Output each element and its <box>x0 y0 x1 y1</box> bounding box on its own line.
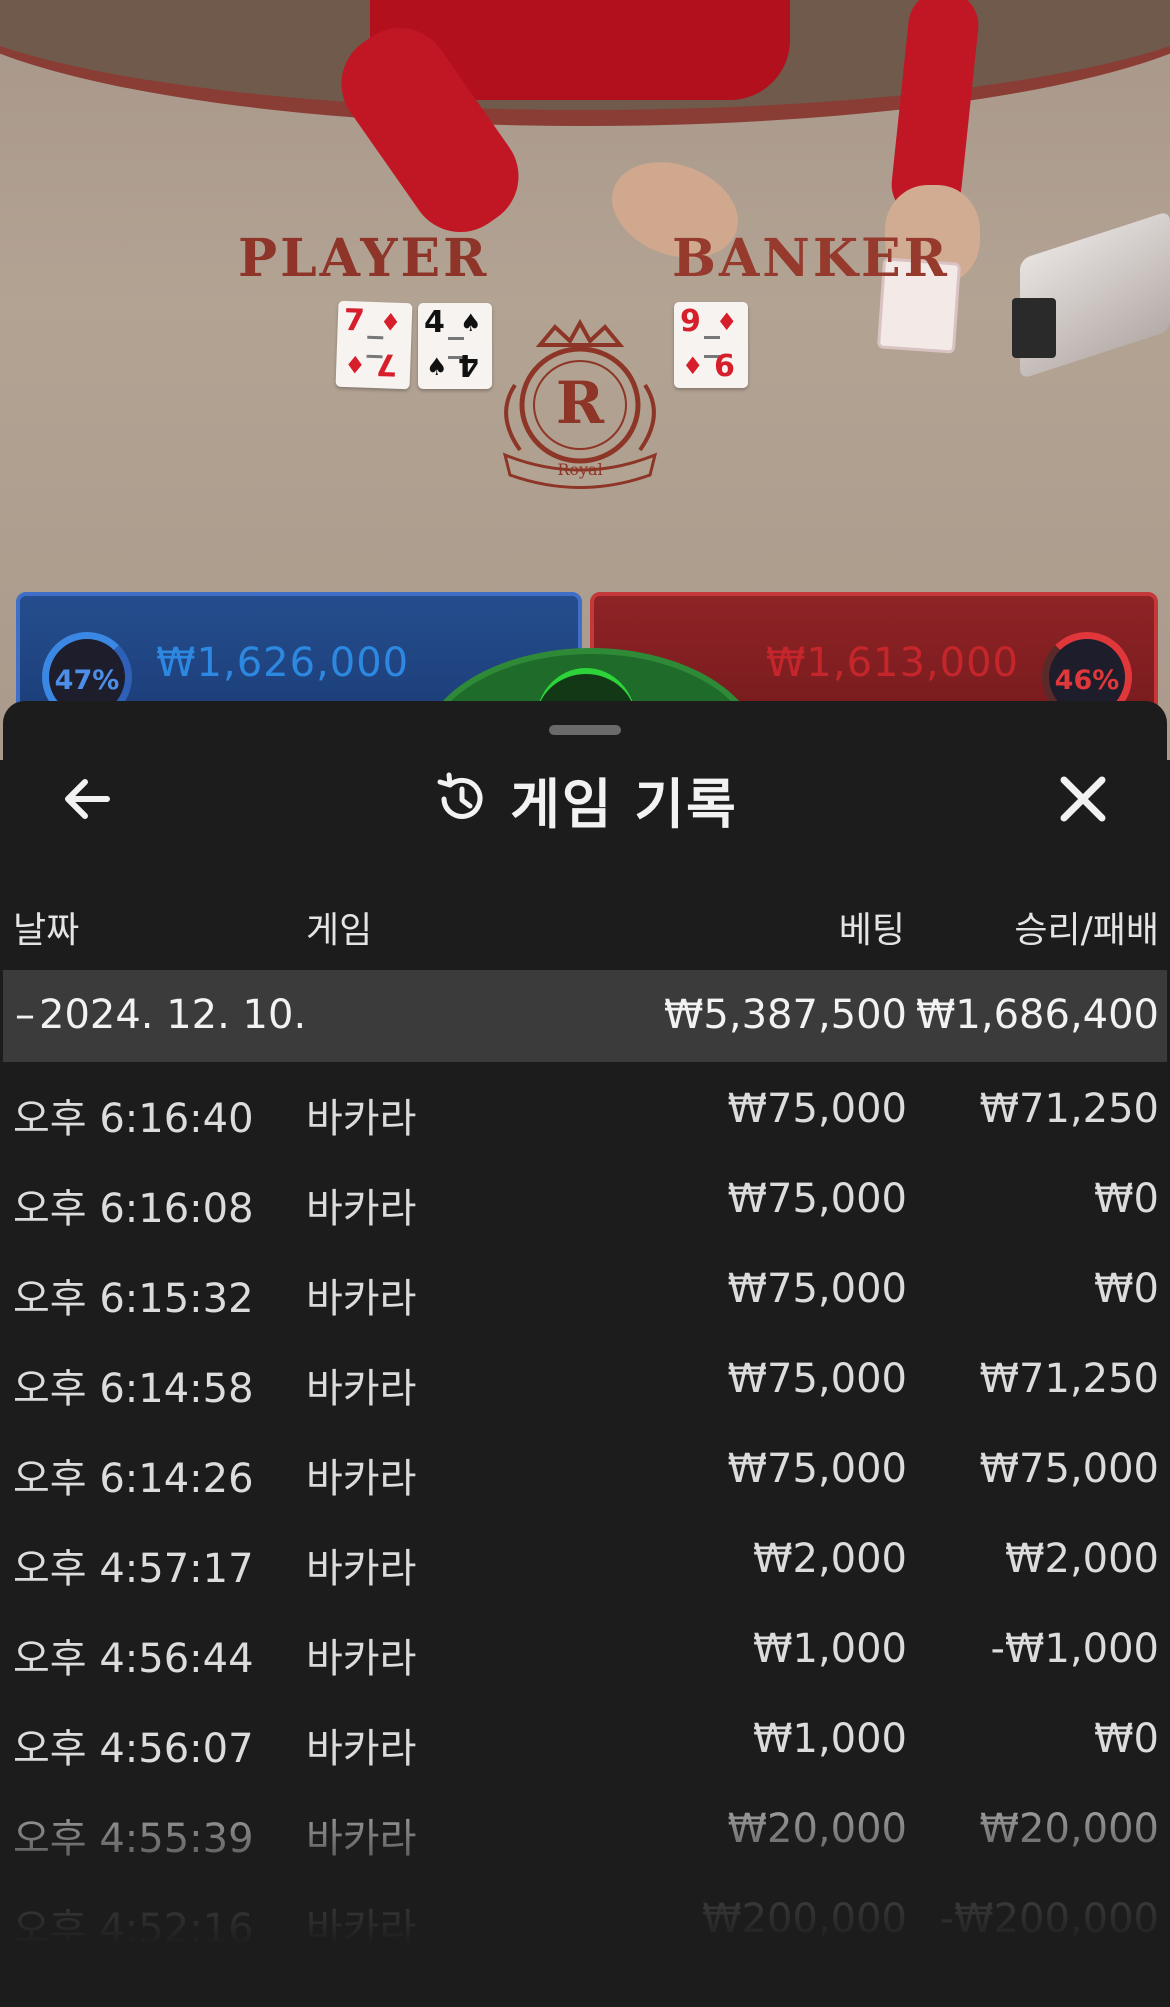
row-game: 바카라 <box>306 1366 417 1412</box>
row-time: 오후 4:52:16 <box>13 1906 254 1952</box>
row-game: 바카라 <box>306 1276 417 1322</box>
crest-word: Royal <box>557 460 602 479</box>
row-bet: ₩200,000 <box>702 1896 907 1942</box>
table-row[interactable]: 오후 4:56:07 바카라 ₩1,000 ₩0 <box>3 1692 1167 1782</box>
arrow-left-icon <box>65 779 110 819</box>
collapse-toggle[interactable]: – <box>15 992 35 1038</box>
row-game: 바카라 <box>306 1636 417 1682</box>
player-percent: 47% <box>54 665 120 696</box>
game-history-sheet: 게임 기록 날짜 게임 베팅 승리/패배 – 2024. 12. 10. ₩5,… <box>3 701 1167 2007</box>
player-bet-total: ₩1,626,000 <box>156 640 410 686</box>
row-bet: ₩1,000 <box>752 1716 907 1762</box>
row-result: -₩200,000 <box>939 1896 1159 1942</box>
row-bet: ₩75,000 <box>727 1086 907 1132</box>
royal-crest-logo: R Royal <box>502 318 658 489</box>
row-bet: ₩1,000 <box>752 1626 907 1672</box>
row-game: 바카라 <box>306 1816 417 1862</box>
row-result: ₩0 <box>1094 1266 1159 1312</box>
column-header-result: 승리/패배 <box>1014 910 1159 951</box>
table-row[interactable]: 오후 6:15:32 바카라 ₩75,000 ₩0 <box>3 1242 1167 1332</box>
table-row[interactable]: 오후 6:16:08 바카라 ₩75,000 ₩0 <box>3 1152 1167 1242</box>
card-shoe-slot <box>1012 298 1056 358</box>
row-time: 오후 4:57:17 <box>13 1546 254 1592</box>
row-game: 바카라 <box>306 1546 417 1592</box>
crest-letter: R <box>556 369 605 437</box>
group-total-result: ₩1,686,400 <box>915 992 1159 1038</box>
player-card-2: 4 ♠ ♠ 4 <box>418 303 492 389</box>
row-game: 바카라 <box>306 1096 417 1142</box>
table-row[interactable]: 오후 4:56:44 바카라 ₩1,000 -₩1,000 <box>3 1602 1167 1692</box>
row-game: 바카라 <box>306 1456 417 1502</box>
player-card-1: 7 ♦ ♦ 7 <box>335 300 413 390</box>
sheet-drag-handle[interactable] <box>549 725 621 735</box>
row-bet: ₩75,000 <box>727 1446 907 1492</box>
row-result: ₩75,000 <box>979 1446 1159 1492</box>
table-row[interactable]: 오후 4:52:16 바카라 ₩200,000 -₩200,000 <box>3 1872 1167 1962</box>
banker-bet-total: ₩1,613,000 <box>765 640 1019 686</box>
row-result: ₩71,250 <box>979 1356 1159 1402</box>
banker-percent: 46% <box>1054 665 1120 696</box>
row-bet: ₩75,000 <box>727 1356 907 1402</box>
group-total-bet: ₩5,387,500 <box>663 992 907 1038</box>
row-bet: ₩75,000 <box>727 1176 907 1222</box>
sheet-title-group: 게임 기록 <box>3 751 1167 847</box>
close-x-icon <box>1060 776 1106 822</box>
row-time: 오후 6:14:26 <box>13 1456 254 1502</box>
row-time: 오후 6:16:40 <box>13 1096 254 1142</box>
row-time: 오후 6:15:32 <box>13 1276 254 1322</box>
row-result: ₩0 <box>1094 1716 1159 1762</box>
live-dealer-video: PLAYER BANKER 7 ♦ ♦ 7 4 ♠ ♠ 4 9 ♦ ♦ 9 R … <box>0 0 1170 760</box>
column-header-game: 게임 <box>306 910 373 951</box>
row-game: 바카라 <box>306 1726 417 1772</box>
sheet-title: 게임 기록 <box>510 772 738 836</box>
row-time: 오후 4:55:39 <box>13 1816 254 1862</box>
row-time: 오후 6:16:08 <box>13 1186 254 1232</box>
table-row[interactable]: 오후 6:14:26 바카라 ₩75,000 ₩75,000 <box>3 1422 1167 1512</box>
close-button[interactable] <box>1043 759 1123 839</box>
table-row[interactable]: 오후 4:57:17 바카라 ₩2,000 ₩2,000 <box>3 1512 1167 1602</box>
row-result: ₩0 <box>1094 1176 1159 1222</box>
history-table-header: 날짜 게임 베팅 승리/패배 <box>3 891 1167 961</box>
column-header-date: 날짜 <box>13 910 80 951</box>
row-result: -₩1,000 <box>990 1626 1160 1672</box>
banker-card-1: 9 ♦ ♦ 9 <box>674 302 748 388</box>
player-zone-label: PLAYER <box>238 228 490 289</box>
history-clock-icon <box>437 772 483 819</box>
table-row[interactable]: 오후 4:55:39 바카라 ₩20,000 ₩20,000 <box>3 1782 1167 1872</box>
row-result: ₩20,000 <box>979 1806 1159 1852</box>
row-bet: ₩2,000 <box>752 1536 907 1582</box>
row-bet: ₩20,000 <box>727 1806 907 1852</box>
sheet-header: 게임 기록 <box>3 751 1167 861</box>
row-result: ₩2,000 <box>1004 1536 1159 1582</box>
group-date: 2024. 12. 10. <box>39 992 307 1038</box>
banker-zone-label: BANKER <box>672 228 950 289</box>
row-time: 오후 6:14:58 <box>13 1366 254 1412</box>
row-time: 오후 4:56:07 <box>13 1726 254 1772</box>
row-game: 바카라 <box>306 1186 417 1232</box>
back-button[interactable] <box>47 759 127 839</box>
table-row[interactable]: 오후 6:14:58 바카라 ₩75,000 ₩71,250 <box>3 1332 1167 1422</box>
table-row[interactable]: 오후 6:16:40 바카라 ₩75,000 ₩71,250 <box>3 1062 1167 1152</box>
column-header-bet: 베팅 <box>838 910 905 951</box>
row-time: 오후 4:56:44 <box>13 1636 254 1682</box>
date-group-row[interactable]: – 2024. 12. 10. ₩5,387,500 ₩1,686,400 <box>3 970 1167 1062</box>
row-result: ₩71,250 <box>979 1086 1159 1132</box>
row-bet: ₩75,000 <box>727 1266 907 1312</box>
history-rows: 오후 6:16:40 바카라 ₩75,000 ₩71,250 오후 6:16:0… <box>3 1062 1167 1962</box>
row-game: 바카라 <box>306 1906 417 1952</box>
